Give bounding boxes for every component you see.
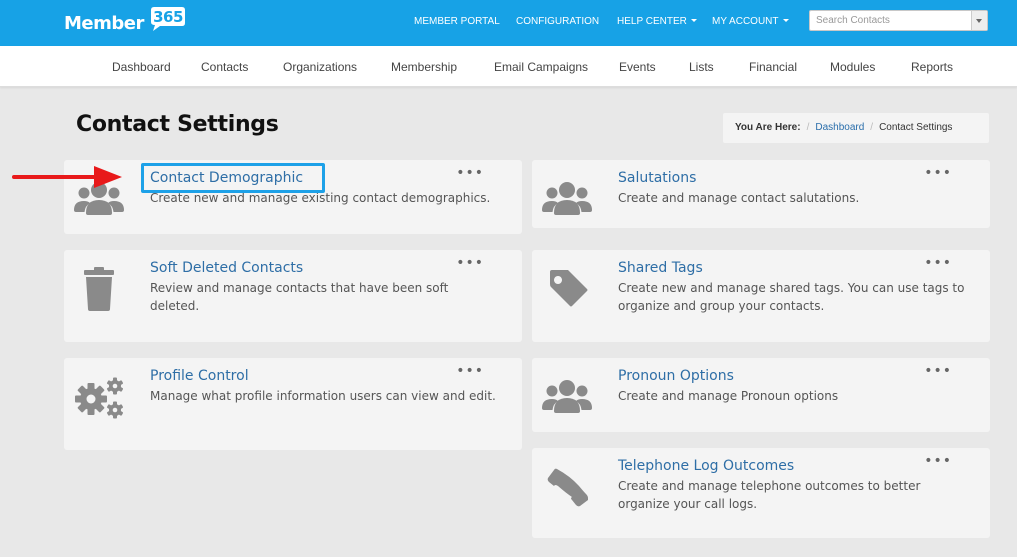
topnav-label: CONFIGURATION bbox=[516, 16, 600, 27]
more-options-icon[interactable]: ••• bbox=[456, 364, 484, 378]
card-title[interactable]: Telephone Log Outcomes bbox=[618, 458, 794, 474]
search-dropdown-button[interactable] bbox=[971, 11, 987, 30]
users-icon bbox=[542, 182, 592, 215]
phone-icon bbox=[547, 468, 588, 507]
search-input[interactable] bbox=[810, 11, 972, 30]
main-nav: Dashboard Contacts Organizations Members… bbox=[0, 46, 1017, 87]
card-title[interactable]: Salutations bbox=[618, 170, 696, 186]
card-title[interactable]: Pronoun Options bbox=[618, 368, 734, 384]
tag-icon bbox=[550, 270, 588, 307]
card-description: Review and manage contacts that have bee… bbox=[150, 281, 449, 313]
nav-contacts[interactable]: Contacts bbox=[201, 60, 248, 74]
topnav-label: MY ACCOUNT bbox=[712, 16, 779, 27]
breadcrumb: You Are Here: / Dashboard / Contact Settings bbox=[723, 113, 989, 143]
nav-membership[interactable]: Membership bbox=[391, 60, 457, 74]
topnav-my-account[interactable]: MY ACCOUNT bbox=[712, 16, 789, 27]
users-icon bbox=[542, 380, 592, 413]
top-bar: Member 365 MEMBER PORTAL CONFIGURATION H… bbox=[0, 0, 1017, 46]
red-arrow-icon bbox=[12, 166, 122, 188]
nav-events[interactable]: Events bbox=[619, 60, 656, 74]
card-description: Manage what profile information users ca… bbox=[150, 389, 496, 403]
logo-badge: 365 bbox=[153, 8, 183, 26]
card-description: Create and manage Pronoun options bbox=[618, 389, 839, 403]
card-description: Create and manage telephone outcomes to … bbox=[618, 479, 921, 511]
caret-down-icon bbox=[782, 19, 789, 22]
breadcrumb-current: Contact Settings bbox=[879, 122, 953, 133]
page-title: Contact Settings bbox=[76, 112, 279, 137]
caret-down-icon bbox=[690, 19, 697, 22]
nav-modules[interactable]: Modules bbox=[830, 60, 875, 74]
nav-lists[interactable]: Lists bbox=[689, 60, 714, 74]
more-options-icon[interactable]: ••• bbox=[924, 454, 952, 468]
card-title[interactable]: Soft Deleted Contacts bbox=[150, 260, 303, 276]
more-options-icon[interactable]: ••• bbox=[456, 166, 484, 180]
card-telephone-log-outcomes[interactable]: Telephone Log Outcomes Create and manage… bbox=[532, 448, 990, 538]
breadcrumb-separator: / bbox=[806, 122, 810, 133]
topnav-label: MEMBER PORTAL bbox=[414, 16, 500, 27]
card-title[interactable]: Profile Control bbox=[150, 368, 249, 384]
breadcrumb-link-dashboard[interactable]: Dashboard bbox=[815, 122, 864, 133]
logo-text: Member bbox=[64, 13, 144, 34]
nav-dashboard[interactable]: Dashboard bbox=[112, 60, 171, 74]
nav-reports[interactable]: Reports bbox=[911, 60, 953, 74]
card-title[interactable]: Shared Tags bbox=[618, 260, 703, 276]
card-shared-tags[interactable]: Shared Tags Create new and manage shared… bbox=[532, 250, 990, 342]
breadcrumb-label: You Are Here: bbox=[735, 122, 801, 133]
gears-icon bbox=[75, 377, 123, 419]
breadcrumb-separator: / bbox=[870, 122, 874, 133]
card-pronoun-options[interactable]: Pronoun Options Create and manage Pronou… bbox=[532, 358, 990, 432]
card-soft-deleted-contacts[interactable]: Soft Deleted Contacts Review and manage … bbox=[64, 250, 522, 342]
card-profile-control[interactable]: Profile Control Manage what profile info… bbox=[64, 358, 522, 450]
caret-down-icon bbox=[976, 19, 982, 23]
highlight-box bbox=[141, 163, 325, 193]
more-options-icon[interactable]: ••• bbox=[924, 256, 952, 270]
topnav-label: HELP CENTER bbox=[617, 16, 687, 27]
search-contacts bbox=[809, 10, 988, 31]
more-options-icon[interactable]: ••• bbox=[456, 256, 484, 270]
topnav-configuration[interactable]: CONFIGURATION bbox=[516, 16, 599, 27]
more-options-icon[interactable]: ••• bbox=[924, 166, 952, 180]
more-options-icon[interactable]: ••• bbox=[924, 364, 952, 378]
nav-financial[interactable]: Financial bbox=[749, 60, 797, 74]
card-description: Create and manage contact salutations. bbox=[618, 191, 860, 205]
topnav-help-center[interactable]: HELP CENTER bbox=[617, 16, 697, 27]
card-salutations[interactable]: Salutations Create and manage contact sa… bbox=[532, 160, 990, 228]
nav-organizations[interactable]: Organizations bbox=[283, 60, 357, 74]
nav-email-campaigns[interactable]: Email Campaigns bbox=[494, 60, 588, 74]
trash-icon bbox=[84, 267, 114, 311]
topnav-member-portal[interactable]: MEMBER PORTAL bbox=[414, 16, 500, 27]
card-description: Create new and manage shared tags. You c… bbox=[618, 281, 965, 313]
